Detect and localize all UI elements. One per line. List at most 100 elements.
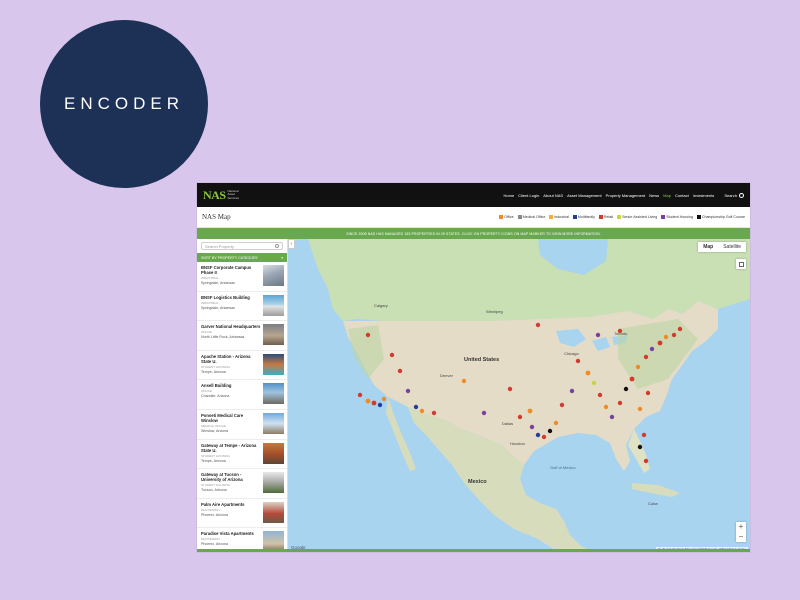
property-category: Student Housing (201, 364, 230, 369)
property-name: Gateway at Tucson - University of Arizon… (201, 472, 243, 483)
nav-investments[interactable]: Investments (693, 193, 715, 198)
legend-industrial[interactable]: Industrial (549, 215, 569, 219)
category-sort-label: SORT BY PROPERTY CATEGORY (201, 255, 259, 260)
nav-links: Home Client Login About NAS Asset Manage… (504, 192, 744, 198)
property-name: BNSF Corporate Campus Phase II (201, 265, 252, 275)
property-list-item[interactable]: Gateway at Tucson - University of Arizon… (197, 469, 287, 499)
legend-golf-course[interactable]: Championship Golf Course (696, 215, 745, 219)
website-screenshot: NAS National Asset Services Home Client … (197, 183, 750, 552)
map-canvas (308, 239, 750, 552)
search-icon (739, 192, 744, 198)
property-name: Ansell Building (201, 383, 232, 389)
property-location: Tucson, Arizona (201, 488, 227, 493)
property-category: Industrial (201, 300, 219, 305)
map-label-winnipeg: Winnipeg (486, 309, 503, 314)
property-name: Paradise Vista Apartments (201, 531, 254, 537)
property-category: Industrial (201, 276, 219, 280)
category-sort-dropdown[interactable]: SORT BY PROPERTY CATEGORY ▾ (197, 253, 287, 262)
legend-student-housing[interactable]: Student Housing (661, 215, 693, 219)
canada-landmass (308, 239, 750, 323)
footer-stripe (197, 549, 750, 552)
property-location: Phoenix, Arizona (201, 542, 228, 547)
nav-news[interactable]: News (649, 193, 659, 198)
legend-senior-living[interactable]: Senior Assisted Living (617, 215, 657, 219)
property-name: Palm Aire Apartments (201, 501, 245, 507)
fullscreen-button[interactable] (736, 259, 746, 269)
property-list-item[interactable]: Garver National Headquarters Office North … (197, 321, 287, 351)
property-category: Multifamily (201, 537, 221, 542)
property-list-item[interactable]: BNSF Logistics Building Industrial Springd… (197, 292, 287, 322)
property-location: Springdale, Arkansas (201, 305, 235, 310)
nav-home[interactable]: Home (504, 193, 515, 198)
fullscreen-icon (738, 261, 744, 267)
property-location: Winslow, Arizona (201, 428, 229, 433)
logo-mark: NAS (203, 187, 226, 202)
property-list-item[interactable]: Apache Station - Arizona State U. Student… (197, 351, 287, 381)
legend-retail[interactable]: Retail (598, 215, 613, 219)
property-location: Tempe, Arizona (201, 369, 226, 374)
map-label-mexico: Mexico (468, 479, 487, 485)
property-thumbnail (263, 353, 284, 375)
top-navigation: NAS National Asset Services Home Client … (197, 183, 750, 207)
property-list-item[interactable]: Palm Aire Apartments Multifamily Phoenix, … (197, 499, 287, 529)
property-location: Springdale, Arkansas (201, 281, 235, 285)
property-list-item[interactable]: Gateway at Tempe - Arizona State U. Stude… (197, 440, 287, 470)
map-label-calgary: Calgary (374, 303, 388, 308)
property-list-item[interactable]: Ponseti Medical Care Winslow Medical Offi… (197, 410, 287, 440)
map-label-cuba: Cuba (648, 501, 658, 506)
nav-search[interactable]: Search (724, 192, 744, 198)
nav-contact[interactable]: Contact (675, 193, 689, 198)
zoom-in-button[interactable]: + (736, 522, 746, 532)
encoder-logo: ENCODER (40, 20, 208, 188)
chevron-left-icon: ‹ (290, 241, 293, 247)
legend-swatch (617, 215, 622, 219)
florida (628, 429, 650, 473)
property-name: BNSF Logistics Building (201, 294, 250, 300)
legend-swatch (499, 215, 504, 219)
legend-label: Senior Assisted Living (622, 215, 658, 219)
legend-swatch (517, 215, 522, 219)
property-name: Garver National Headquarters (201, 324, 261, 330)
property-thumbnail (263, 265, 284, 286)
nav-search-label: Search (724, 192, 737, 198)
map-title-bar: NAS Map Office Medical Office Industrial… (197, 207, 750, 228)
sidebar-collapse-button[interactable]: ‹ (288, 239, 295, 249)
map-legend: Office Medical Office Industrial Multifa… (499, 215, 745, 219)
map-label-gulf-of-mexico: Gulf of Mexico (550, 465, 576, 470)
legend-swatch (661, 215, 666, 219)
property-name: Gateway at Tempe - Arizona State U. (201, 442, 257, 453)
nav-property-management[interactable]: Property Management (606, 193, 646, 198)
property-name: Apache Station - Arizona State U. (201, 353, 251, 364)
page-title: NAS Map (202, 213, 231, 221)
nav-client-login[interactable]: Client Login (518, 193, 539, 198)
map-view-button[interactable]: Map (698, 242, 718, 252)
logo-subtitle: National Asset Services (227, 188, 240, 200)
nav-map[interactable]: Map (663, 193, 671, 198)
info-banner: SINCE 2008 NAS HAS MANAGED 153 PROPERTIE… (197, 228, 750, 239)
property-category: Student Housing (201, 483, 230, 488)
nav-about[interactable]: About NAS (543, 193, 563, 198)
property-map[interactable]: United States Mexico Calgary Winnipeg De… (288, 239, 750, 552)
property-thumbnail (263, 383, 284, 405)
property-location: North Little Rock, Arkansas (201, 335, 245, 340)
property-thumbnail (263, 472, 284, 494)
encoder-logo-text: ENCODER (63, 94, 184, 113)
legend-medical-office[interactable]: Medical Office (517, 215, 545, 219)
legend-multifamily[interactable]: Multifamily (572, 215, 595, 219)
property-list-item[interactable]: Ansell Building Office Chandler, Arizona (197, 380, 287, 410)
zoom-out-button[interactable]: − (736, 532, 746, 542)
nav-asset-management[interactable]: Asset Management (567, 193, 601, 198)
search-placeholder: Search Property (205, 243, 234, 249)
map-label-chicago: Chicago (564, 351, 579, 356)
property-name: Ponseti Medical Care Winslow (201, 412, 244, 423)
site-logo[interactable]: NAS National Asset Services (203, 188, 246, 203)
property-category: Multifamily (201, 507, 221, 512)
property-search-input[interactable]: Search Property (201, 242, 283, 250)
map-label-toronto: Toronto (614, 331, 628, 336)
property-list-item[interactable]: BNSF Corporate Campus Phase II Industrial… (197, 262, 287, 292)
zoom-control: + − (736, 522, 746, 542)
property-location: Tempe, Arizona (201, 458, 226, 463)
satellite-view-button[interactable]: Satellite (718, 242, 746, 252)
legend-office[interactable]: Office (499, 215, 514, 219)
property-thumbnail (263, 324, 284, 346)
